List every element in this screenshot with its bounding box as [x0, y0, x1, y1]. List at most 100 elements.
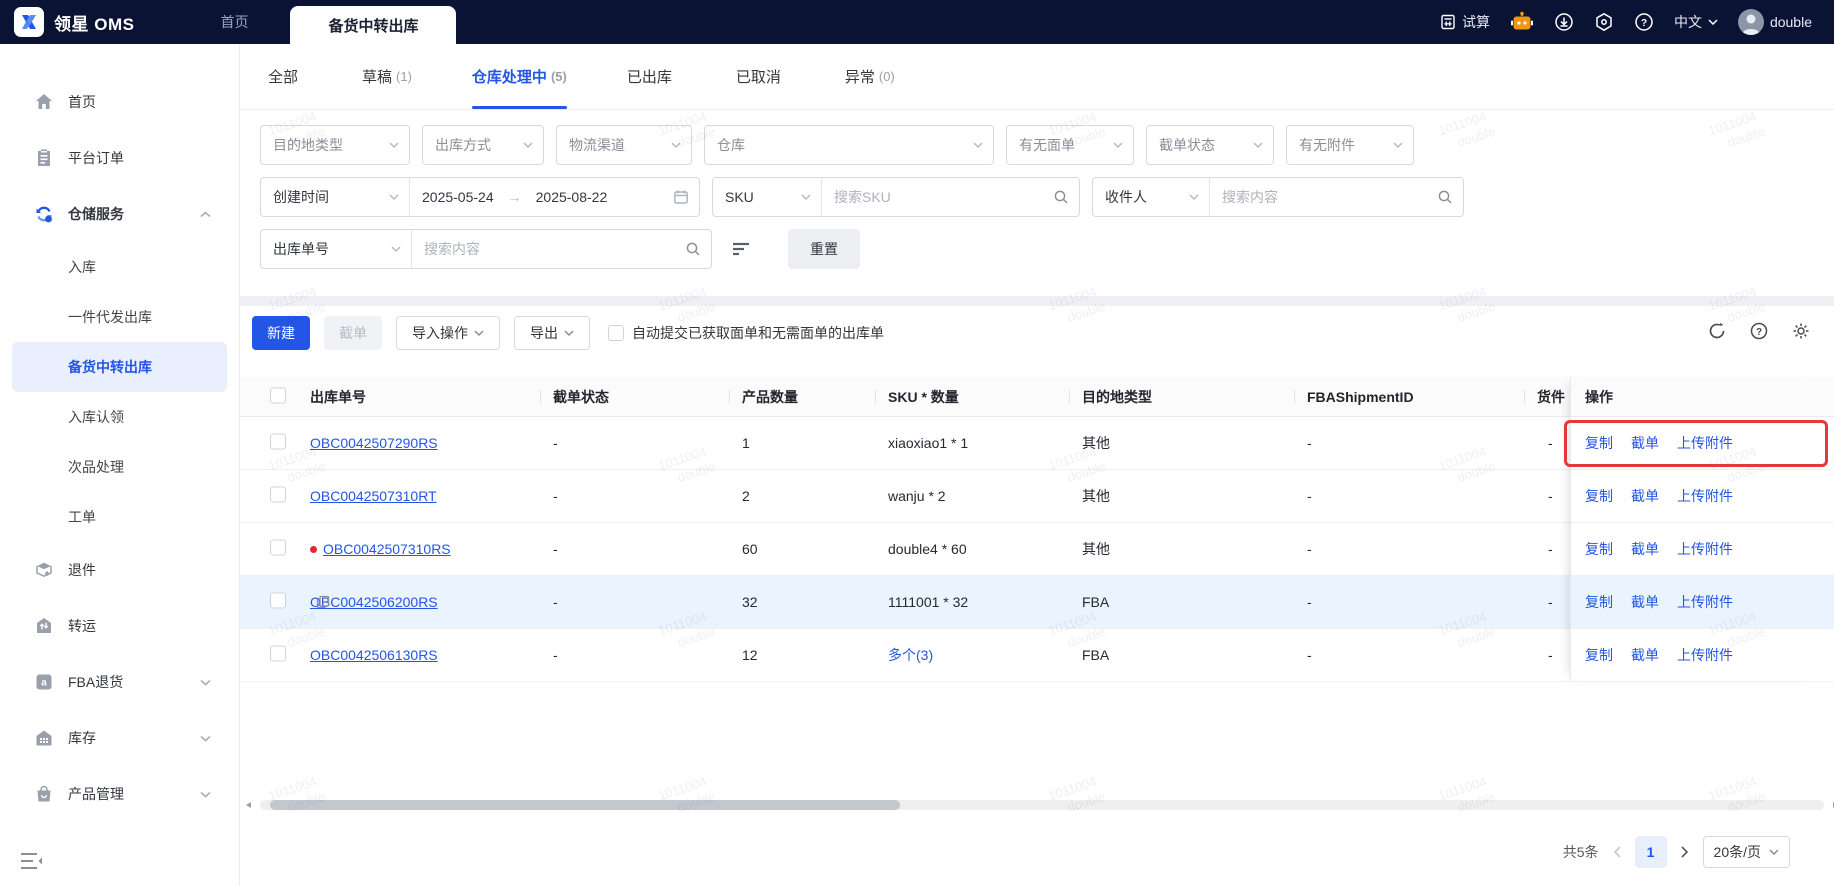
sku-field-select[interactable]: SKU — [713, 178, 821, 216]
cut-action[interactable]: 截单 — [1631, 433, 1659, 453]
page-size-select[interactable]: 20条/页 — [1702, 836, 1790, 868]
upload-attachment-action[interactable]: 上传附件 — [1677, 433, 1733, 453]
sidebar-item-returns[interactable]: 退件 — [0, 542, 239, 598]
sidebar-item-inbound[interactable]: 入库 — [12, 242, 227, 292]
sidebar-item-inbound-claim[interactable]: 入库认领 — [12, 392, 227, 442]
search-icon[interactable] — [1437, 189, 1453, 205]
cut-action[interactable]: 截单 — [1631, 539, 1659, 559]
tab-warehouse-processing[interactable]: 仓库处理中 (5) — [471, 44, 567, 109]
outbound-method-select[interactable]: 出库方式 — [422, 125, 544, 165]
row-checkbox[interactable] — [270, 539, 286, 556]
logistics-channel-select[interactable]: 物流渠道 — [556, 125, 692, 165]
tab-shipped[interactable]: 已出库 — [627, 44, 676, 109]
order-no-search-input[interactable] — [424, 241, 677, 257]
order-no-link[interactable]: OBC0042507310RS — [323, 541, 451, 557]
date-range-input[interactable]: 2025-05-24 → 2025-08-22 — [409, 178, 699, 216]
import-actions-button[interactable]: 导入操作 — [396, 316, 500, 350]
order-no-link[interactable]: OBC0042507310RT — [310, 488, 437, 504]
prev-page-icon[interactable] — [1613, 846, 1621, 858]
upload-attachment-action[interactable]: 上传附件 — [1677, 539, 1733, 559]
sidebar-item-dropship-outbound[interactable]: 一件代发出库 — [12, 292, 227, 342]
tab-abnormal[interactable]: 异常 (0) — [845, 44, 895, 109]
topbar: 领星 OMS 首页 备货中转出库 试算 ? 中文 double — [0, 0, 1834, 44]
row-actions: 复制 截单 上传附件 — [1571, 470, 1824, 523]
copy-action[interactable]: 复制 — [1585, 433, 1613, 453]
chevron-up-icon — [200, 210, 211, 218]
recipient-search-input[interactable] — [1222, 189, 1429, 205]
sidebar-item-platform-orders[interactable]: 平台订单 — [0, 130, 239, 186]
copy-action[interactable]: 复制 — [1585, 592, 1613, 612]
export-button[interactable]: 导出 — [514, 316, 590, 350]
sku-search-input[interactable] — [834, 189, 1045, 205]
page-number[interactable]: 1 — [1634, 836, 1667, 868]
reset-button[interactable]: 重置 — [788, 229, 860, 269]
trial-button[interactable]: 试算 — [1440, 12, 1490, 32]
order-no-link[interactable]: OBC0042506130RS — [310, 647, 438, 663]
sku-multiple-link[interactable]: 多个(3) — [888, 645, 933, 665]
next-page-icon[interactable] — [1680, 846, 1689, 858]
row-checkbox[interactable] — [270, 486, 286, 503]
help-icon[interactable]: ? — [1634, 12, 1654, 32]
upload-attachment-action[interactable]: 上传附件 — [1677, 592, 1733, 612]
date-type-select[interactable]: 创建时间 — [261, 178, 409, 216]
filter-panel: 全部 草稿 (1) 仓库处理中 (5) 已出库 已取消 异常 (0) 目的地类型 出库… — [240, 44, 1834, 296]
search-icon[interactable] — [685, 241, 701, 257]
cut-action[interactable]: 截单 — [1631, 645, 1659, 665]
cut-order-button[interactable]: 截单 — [324, 316, 382, 350]
download-icon[interactable] — [1554, 12, 1574, 32]
scrollbar-thumb[interactable] — [270, 800, 900, 810]
horizontal-scrollbar[interactable] — [246, 800, 1834, 810]
sidebar-item-home[interactable]: 首页 — [0, 74, 239, 130]
sidebar-item-product-management[interactable]: 产品管理 — [0, 766, 239, 822]
sidebar-item-stock-transfer-outbound[interactable]: 备货中转出库 — [12, 342, 227, 392]
cut-status-select[interactable]: 截单状态 — [1146, 125, 1274, 165]
order-no-field-select[interactable]: 出库单号 — [261, 230, 411, 268]
order-no-link[interactable]: OBC0042507290RS — [310, 435, 438, 451]
user-menu[interactable]: double — [1737, 9, 1812, 35]
column-settings-icon[interactable] — [1792, 322, 1810, 340]
advanced-filter-icon[interactable] — [724, 229, 758, 269]
sidebar-item-warehouse-service[interactable]: 仓储服务 — [0, 186, 239, 242]
tab-all[interactable]: 全部 — [268, 44, 302, 109]
sidebar-collapse-icon[interactable] — [20, 852, 44, 870]
row-checkbox[interactable] — [270, 433, 286, 450]
date-end: 2025-08-22 — [535, 189, 608, 205]
has-attachment-select[interactable]: 有无附件 — [1286, 125, 1414, 165]
row-actions: 复制 截单 上传附件 — [1571, 417, 1824, 470]
sidebar-item-inventory[interactable]: 库存 — [0, 710, 239, 766]
sidebar-item-fba-returns[interactable]: a FBA退货 — [0, 654, 239, 710]
row-checkbox[interactable] — [270, 645, 286, 662]
table-toolbar: 新建 截单 导入操作 导出 自动提交已获取面单和无需面单的出库单 — [252, 316, 884, 350]
has-label-select[interactable]: 有无面单 — [1006, 125, 1134, 165]
upload-attachment-action[interactable]: 上传附件 — [1677, 645, 1733, 665]
refresh-icon[interactable] — [1708, 322, 1726, 340]
copy-action[interactable]: 复制 — [1585, 539, 1613, 559]
auto-submit-checkbox[interactable] — [608, 325, 624, 341]
scroll-left-arrow-icon[interactable] — [246, 802, 251, 808]
sidebar-item-transship[interactable]: 转运 — [0, 598, 239, 654]
recipient-field-select[interactable]: 收件人 — [1093, 178, 1209, 216]
copy-action[interactable]: 复制 — [1585, 645, 1613, 665]
sidebar-item-work-order[interactable]: 工单 — [12, 492, 227, 542]
robot-icon[interactable] — [1510, 11, 1534, 33]
help-circle-icon[interactable]: ? — [1750, 322, 1768, 340]
copy-action[interactable]: 复制 — [1585, 486, 1613, 506]
select-all-checkbox[interactable] — [270, 387, 286, 403]
language-switch[interactable]: 中文 — [1674, 12, 1718, 32]
search-icon[interactable] — [1053, 189, 1069, 205]
upload-attachment-action[interactable]: 上传附件 — [1677, 486, 1733, 506]
settings-hexagon-icon[interactable] — [1594, 12, 1614, 32]
tab-cancelled[interactable]: 已取消 — [736, 44, 785, 109]
tab-draft[interactable]: 草稿 (1) — [362, 44, 412, 109]
warehouse-select[interactable]: 仓库 — [704, 125, 994, 165]
topbar-tab-home[interactable]: 首页 — [194, 12, 274, 32]
sidebar-item-defective-handling[interactable]: 次品处理 — [12, 442, 227, 492]
row-checkbox[interactable] — [270, 592, 286, 609]
cut-action[interactable]: 截单 — [1631, 486, 1659, 506]
order-no-filter-group: 出库单号 — [260, 229, 712, 269]
destination-type-select[interactable]: 目的地类型 — [260, 125, 410, 165]
cut-action[interactable]: 截单 — [1631, 592, 1659, 612]
topbar-tab-active[interactable]: 备货中转出库 — [290, 6, 457, 44]
copy-icon[interactable] — [316, 595, 330, 609]
new-button[interactable]: 新建 — [252, 316, 310, 350]
